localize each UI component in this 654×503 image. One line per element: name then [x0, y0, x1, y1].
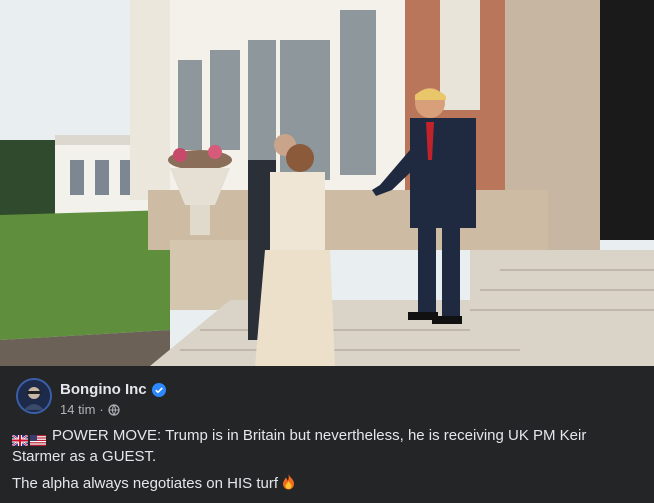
us-flag-icon: [30, 432, 46, 446]
verified-badge-icon: [151, 382, 166, 397]
author-name[interactable]: Bongino Inc: [60, 381, 147, 398]
post-text-line-2: The alpha always negotiates on HIS turf: [12, 474, 632, 494]
uk-flag-icon: [11, 432, 29, 447]
flag-icons: [11, 427, 48, 447]
author-avatar[interactable]: [16, 378, 52, 414]
post-header: Bongino Inc 14 tim ·: [16, 378, 636, 418]
post-text: POWER MOVE: Trump is in Britain but neve…: [12, 427, 587, 465]
globe-icon[interactable]: [108, 403, 120, 416]
author-row: Bongino Inc: [60, 381, 166, 398]
video-frame-image: [0, 0, 654, 366]
post-meta: 14 tim ·: [60, 402, 120, 417]
meta-separator: ·: [99, 402, 104, 417]
post-text-line-1: POWER MOVE: Trump is in Britain but neve…: [11, 426, 632, 467]
post-timestamp[interactable]: 14 tim: [60, 402, 95, 417]
feed-post: Bongino Inc 14 tim · POWER MOVE: Trump i…: [0, 0, 654, 503]
post-text-tagline: The alpha always negotiates on HIS turf: [12, 475, 278, 492]
post-video[interactable]: [0, 0, 654, 366]
fire-icon: [282, 474, 295, 490]
